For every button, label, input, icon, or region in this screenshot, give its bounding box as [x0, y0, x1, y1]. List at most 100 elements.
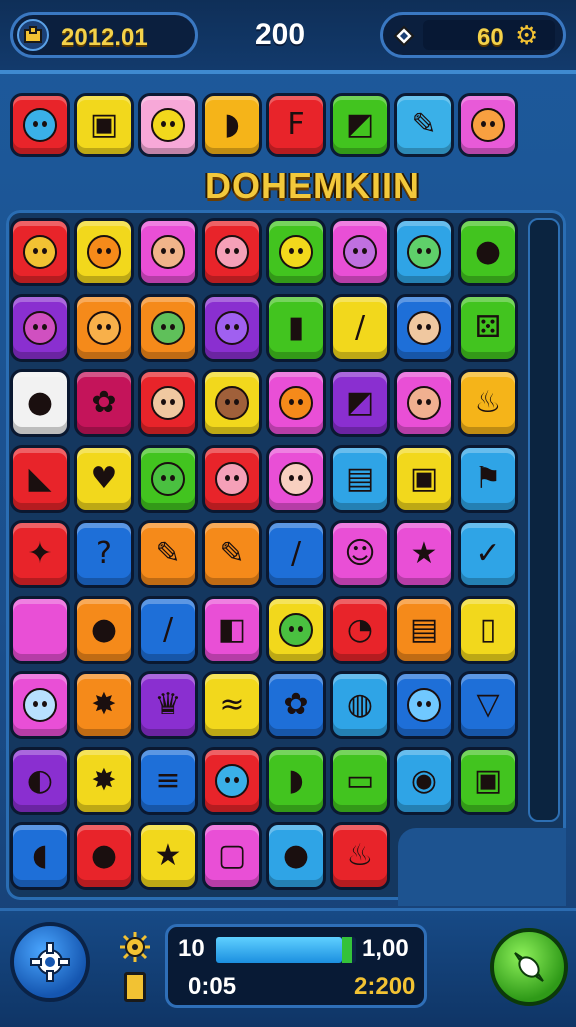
score-value: 200: [254, 18, 306, 51]
gear-icon[interactable]: ⚙: [515, 21, 538, 51]
board-tile[interactable]: ▢: [202, 822, 262, 890]
progress-marker: [342, 937, 352, 963]
candy-icon: [514, 952, 544, 982]
board-tile[interactable]: ▤: [394, 595, 454, 664]
board-tile[interactable]: ✎: [138, 520, 198, 588]
board-tile[interactable]: ♥: [74, 444, 134, 513]
coins-counter[interactable]: 2012.01: [10, 12, 198, 58]
board-tile[interactable]: ≈: [202, 671, 262, 739]
settings-button[interactable]: [10, 922, 90, 1002]
board-tile[interactable]: ◐: [10, 746, 70, 815]
board-tile[interactable]: ●: [458, 218, 518, 286]
boy-face-icon: [151, 235, 185, 269]
board-tile[interactable]: [138, 218, 198, 286]
board-tile[interactable]: [394, 369, 454, 437]
board-tile[interactable]: [266, 369, 326, 437]
board-tile[interactable]: [202, 218, 262, 286]
gems-counter[interactable]: 60 ⚙: [380, 12, 566, 58]
board-tile[interactable]: ▣: [458, 746, 518, 815]
board-tile[interactable]: [138, 293, 198, 362]
board-tile[interactable]: [266, 595, 326, 664]
board-tile[interactable]: [394, 293, 454, 362]
card-icon: ▣: [473, 762, 503, 798]
cog-icon: [30, 942, 70, 982]
board-tile[interactable]: ✿: [74, 369, 134, 437]
board-tile[interactable]: ✿: [266, 671, 326, 739]
board-tile[interactable]: ▤: [330, 444, 390, 513]
goal-tile[interactable]: ◩: [330, 93, 390, 157]
board-tile[interactable]: ✦: [10, 520, 70, 588]
feather-icon: ✦: [27, 536, 53, 571]
board-tile[interactable]: ◔: [330, 595, 390, 664]
board-tile[interactable]: /: [330, 293, 390, 362]
board-tile[interactable]: ▣: [394, 444, 454, 513]
board-tile[interactable]: ★: [138, 822, 198, 890]
progress-bar: [216, 937, 356, 963]
letter-f-icon: F: [287, 107, 305, 142]
board-tile[interactable]: [266, 218, 326, 286]
blue-creature-icon: [215, 763, 249, 798]
board-tile[interactable]: ●: [10, 369, 70, 437]
board-tile[interactable]: ●: [74, 822, 134, 890]
board-tile[interactable]: ◣: [10, 444, 70, 513]
board-tile[interactable]: [394, 671, 454, 739]
board-tile[interactable]: [138, 369, 198, 437]
goal-tile[interactable]: F: [266, 93, 326, 157]
speech-icon: ◔: [346, 611, 374, 647]
board-tile[interactable]: ≡: [138, 746, 198, 815]
board-tile[interactable]: [266, 444, 326, 513]
board-tile[interactable]: ♨: [458, 369, 518, 437]
board-tile[interactable]: ●: [74, 595, 134, 664]
board-tile[interactable]: ⚄: [458, 293, 518, 362]
board-tile[interactable]: ✸: [74, 746, 134, 815]
goal-tile[interactable]: ◗: [202, 93, 262, 157]
goal-tile[interactable]: [138, 93, 198, 157]
board-tile[interactable]: ✓: [458, 520, 518, 588]
board-tile[interactable]: ☺: [330, 520, 390, 588]
board-tile[interactable]: [10, 218, 70, 286]
board-tile[interactable]: ⚑: [458, 444, 518, 513]
board-tile[interactable]: ●: [266, 822, 326, 890]
goal-tile[interactable]: [458, 93, 518, 157]
board-tile[interactable]: ♨: [330, 822, 390, 890]
board-tile[interactable]: ▯: [458, 595, 518, 664]
board-tile[interactable]: [202, 746, 262, 815]
board-tile[interactable]: ✎: [202, 520, 262, 588]
yellow-face-icon: [279, 235, 313, 269]
board-tile[interactable]: [202, 293, 262, 362]
board-tile[interactable]: [10, 595, 70, 664]
board-tile[interactable]: ▭: [330, 746, 390, 815]
boost-button[interactable]: [490, 928, 568, 1006]
board-tile[interactable]: [330, 218, 390, 286]
board-tile[interactable]: [74, 218, 134, 286]
goal-tile[interactable]: [10, 93, 70, 157]
board-tile[interactable]: ◗: [266, 746, 326, 815]
board-tile[interactable]: ◉: [394, 746, 454, 815]
goal-tile[interactable]: ✎: [394, 93, 454, 157]
board-tile[interactable]: [202, 369, 262, 437]
moves-value: 10: [178, 935, 205, 962]
goal-tile[interactable]: ▣: [74, 93, 134, 157]
board-tile[interactable]: ✸: [74, 671, 134, 739]
board-tile[interactable]: [138, 444, 198, 513]
board-tile[interactable]: [74, 293, 134, 362]
board-tile[interactable]: [202, 444, 262, 513]
board-tile[interactable]: ◧: [202, 595, 262, 664]
question-icon: ?: [96, 536, 112, 571]
board-tile[interactable]: ◖: [10, 822, 70, 890]
board-tile[interactable]: /: [138, 595, 198, 664]
board-tile[interactable]: ▮: [266, 293, 326, 362]
board-tile[interactable]: ?: [74, 520, 134, 588]
board-tile[interactable]: ♛: [138, 671, 198, 739]
board-tile[interactable]: ◩: [330, 369, 390, 437]
purple-face-icon: [343, 235, 377, 269]
board-tile[interactable]: [394, 218, 454, 286]
board-tile[interactable]: [10, 671, 70, 739]
board-tile[interactable]: ▽: [458, 671, 518, 739]
board-tile[interactable]: ★: [394, 520, 454, 588]
progress-fill: [216, 937, 342, 963]
brush-icon: /: [290, 536, 302, 571]
board-tile[interactable]: [10, 293, 70, 362]
board-tile[interactable]: ◍: [330, 671, 390, 739]
board-tile[interactable]: /: [266, 520, 326, 588]
